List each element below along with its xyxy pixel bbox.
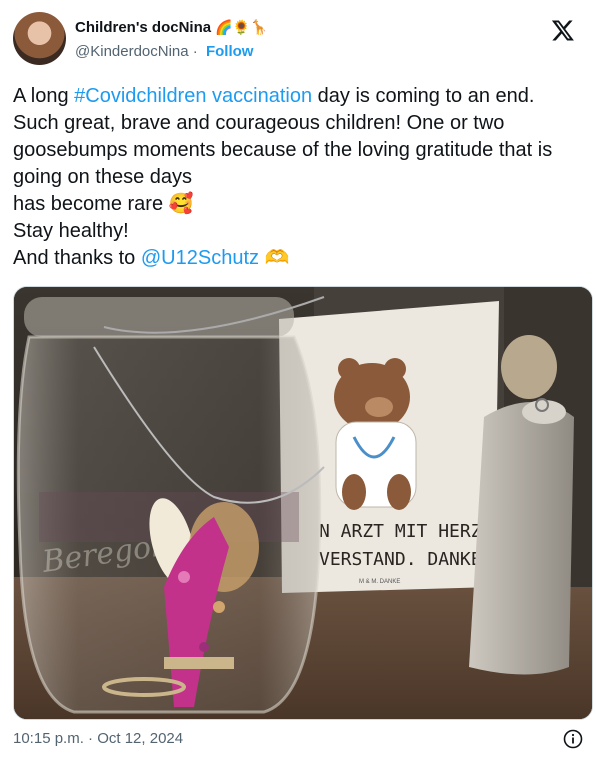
card-text-line2: VERSTAND. DANKE [319, 549, 482, 570]
author-display-name[interactable]: Children's docNina [75, 19, 211, 36]
author-name-row: Children's docNina 🌈🌻🦒 [75, 19, 267, 36]
x-logo-icon[interactable] [551, 18, 575, 42]
smiling-hearts-emoji: 🥰 [168, 193, 194, 215]
author-handle-row: @KinderdocNina · Follow [75, 43, 253, 60]
separator: · [192, 43, 198, 60]
card-text-small: M & M. DANKE [359, 579, 400, 585]
tweet-paragraph-4: And thanks to @U12Schutz 🫶 [13, 245, 583, 272]
photo-illustration: N ARZT MIT HERZ VERSTAND. DANKE M & M. D… [14, 287, 592, 719]
author-name-emojis: 🌈🌻🦒 [215, 19, 268, 35]
tweet-text-part: A long [13, 85, 75, 107]
info-icon[interactable] [563, 729, 583, 749]
bear-drawing [334, 358, 417, 510]
tweet-text-part: has become rare [13, 193, 164, 215]
author-handle[interactable]: @KinderdocNina [75, 43, 189, 60]
card-text-line1: N ARZT MIT HERZ [319, 521, 482, 542]
mention-link[interactable]: @U12Schutz [141, 247, 259, 269]
tweet-timestamp[interactable]: 10:15 p.m. · Oct 12, 2024 [13, 730, 183, 747]
hashtag-link[interactable]: #Covidchildren vaccination [74, 85, 312, 107]
heart-hands-emoji: 🫶 [264, 247, 290, 269]
follow-button[interactable]: Follow [206, 43, 254, 60]
tweet-photo[interactable]: N ARZT MIT HERZ VERSTAND. DANKE M & M. D… [13, 286, 593, 720]
tweet-paragraph-1: A long #Covidchildren vaccination day is… [13, 83, 583, 191]
tweet-header: Children's docNina 🌈🌻🦒 @KinderdocNina · … [13, 12, 583, 66]
tweet-text-part: And thanks to [13, 247, 141, 269]
avatar[interactable] [13, 12, 66, 65]
tweet-paragraph-2: has become rare 🥰 [13, 191, 583, 218]
tweet-text: A long #Covidchildren vaccination day is… [13, 83, 583, 272]
tweet-paragraph-3: Stay healthy! [13, 220, 129, 242]
